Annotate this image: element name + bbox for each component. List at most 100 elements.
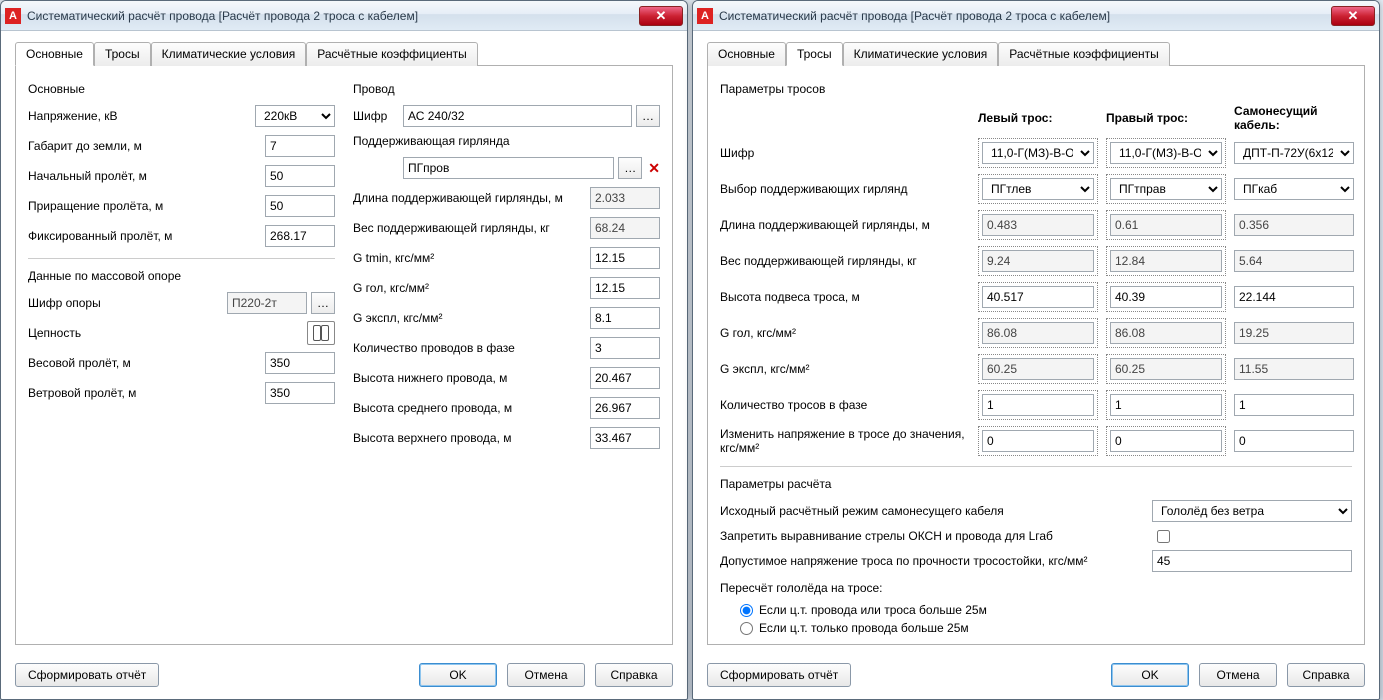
gexp-label: G экспл, кгс/мм²: [353, 311, 590, 325]
report-button[interactable]: Сформировать отчёт: [707, 663, 851, 687]
gtmin-input[interactable]: [590, 247, 660, 269]
gexp-input[interactable]: [590, 307, 660, 329]
row-code-label: Шифр: [720, 146, 970, 160]
tens-self[interactable]: [1234, 430, 1354, 452]
forbid-label: Запретить выравнивание стрелы ОКСН и про…: [720, 529, 1151, 543]
gabarit-input[interactable]: [265, 135, 335, 157]
row-gwt-label: Вес поддерживающей гирлянды, кг: [720, 254, 970, 268]
garland-len-label: Длина поддерживающей гирлянды, м: [353, 191, 590, 205]
gwt-left: [982, 250, 1094, 272]
window-title: Систематический расчёт провода [Расчёт п…: [719, 9, 1331, 23]
tower-code-browse-button[interactable]: …: [311, 292, 335, 314]
h-mid-label: Высота среднего провода, м: [353, 401, 590, 415]
tab-coeffs[interactable]: Расчётные коэффициенты: [306, 42, 477, 66]
voltage-select[interactable]: 220кВ: [255, 105, 335, 127]
row-h-label: Высота подвеса троса, м: [720, 290, 970, 304]
section-main: Основные: [28, 82, 335, 96]
chain-icon[interactable]: [307, 321, 335, 345]
recount-radio-2[interactable]: [740, 622, 753, 635]
span-start-input[interactable]: [265, 165, 335, 187]
garland-right-select[interactable]: ПГтправ: [1110, 178, 1222, 200]
weight-span-input[interactable]: [265, 352, 335, 374]
nwires-label: Количество проводов в фазе: [353, 341, 590, 355]
ggol-input[interactable]: [590, 277, 660, 299]
app-icon: A: [5, 8, 21, 24]
recount-radio-1[interactable]: [740, 604, 753, 617]
h-mid-input[interactable]: [590, 397, 660, 419]
wire-code-label: Шифр: [353, 109, 403, 123]
glen-right: [1110, 214, 1222, 236]
nph-self[interactable]: [1234, 394, 1354, 416]
section-mass: Данные по массовой опоре: [28, 269, 335, 283]
tab-cables[interactable]: Тросы: [786, 42, 843, 66]
glen-self: [1234, 214, 1354, 236]
code-right-select[interactable]: 11,0-Г(МЗ)-В-ОЖ: [1110, 142, 1222, 164]
tens-right[interactable]: [1110, 430, 1222, 452]
h-low-input[interactable]: [590, 367, 660, 389]
gtmin-label: G tmin, кгс/мм²: [353, 251, 590, 265]
close-button[interactable]: ✕: [1331, 6, 1375, 26]
code-left-select[interactable]: 11,0-Г(МЗ)-В-ОЖ: [982, 142, 1094, 164]
help-button[interactable]: Справка: [595, 663, 673, 687]
nwires-input[interactable]: [590, 337, 660, 359]
forbid-checkbox[interactable]: [1157, 530, 1170, 543]
ok-button[interactable]: OK: [419, 663, 497, 687]
cancel-button[interactable]: Отмена: [507, 663, 585, 687]
col-self-header: Самонесущий кабель:: [1234, 104, 1354, 132]
tab-main[interactable]: Основные: [707, 42, 786, 66]
tens-left[interactable]: [982, 430, 1094, 452]
weight-span-label: Весовой пролёт, м: [28, 356, 265, 370]
row-ggol-label: G гол, кгс/мм²: [720, 326, 970, 340]
garland-self-select[interactable]: ПГкаб: [1234, 178, 1354, 200]
section-wire: Провод: [353, 82, 660, 96]
titlebar: A Систематический расчёт провода [Расчёт…: [1, 1, 687, 31]
garland-delete-icon[interactable]: ✕: [648, 160, 660, 177]
row-tens-label: Изменить напряжение в тросе до значения,…: [720, 427, 970, 455]
h-right[interactable]: [1110, 286, 1222, 308]
wire-code-browse-button[interactable]: …: [636, 105, 660, 127]
report-button[interactable]: Сформировать отчёт: [15, 663, 159, 687]
span-inc-input[interactable]: [265, 195, 335, 217]
garland-wt-input: [590, 217, 660, 239]
recount-radio-1-label: Если ц.т. провода или троса больше 25м: [759, 603, 987, 617]
ggol-label: G гол, кгс/мм²: [353, 281, 590, 295]
garland-label: Поддерживающая гирлянда: [353, 134, 660, 148]
tab-cables[interactable]: Тросы: [94, 42, 151, 66]
close-button[interactable]: ✕: [639, 6, 683, 26]
nph-right[interactable]: [1110, 394, 1222, 416]
cancel-button[interactable]: Отмена: [1199, 663, 1277, 687]
garland-input: [403, 157, 614, 179]
h-left[interactable]: [982, 286, 1094, 308]
recount-label: Пересчёт гололёда на тросе:: [720, 581, 1352, 595]
col-right-header: Правый трос:: [1106, 111, 1226, 125]
help-button[interactable]: Справка: [1287, 663, 1365, 687]
window-cables-tab: A Систематический расчёт провода [Расчёт…: [692, 0, 1380, 700]
tab-coeffs[interactable]: Расчётные коэффициенты: [998, 42, 1169, 66]
tabs: Основные Тросы Климатические условия Рас…: [707, 41, 1365, 66]
h-low-label: Высота нижнего провода, м: [353, 371, 590, 385]
allow-tens-input[interactable]: [1152, 550, 1352, 572]
row-garland-label: Выбор поддерживающих гирлянд: [720, 182, 970, 196]
tab-climate[interactable]: Климатические условия: [151, 42, 307, 66]
nph-left[interactable]: [982, 394, 1094, 416]
tab-main[interactable]: Основные: [15, 42, 94, 66]
row-gexp-label: G экспл, кгс/мм²: [720, 362, 970, 376]
ggol-left: [982, 322, 1094, 344]
ok-button[interactable]: OK: [1111, 663, 1189, 687]
h-top-input[interactable]: [590, 427, 660, 449]
section-calc-params: Параметры расчёта: [720, 477, 1352, 491]
span-fix-input[interactable]: [265, 225, 335, 247]
app-icon: A: [697, 8, 713, 24]
garland-wt-label: Вес поддерживающей гирлянды, кг: [353, 221, 590, 235]
wind-span-input[interactable]: [265, 382, 335, 404]
h-self[interactable]: [1234, 286, 1354, 308]
code-self-select[interactable]: ДПТ-П-72У(6х12): [1234, 142, 1354, 164]
window-main-tab: A Систематический расчёт провода [Расчёт…: [0, 0, 688, 700]
tab-climate[interactable]: Климатические условия: [843, 42, 999, 66]
garland-left-select[interactable]: ПГтлев: [982, 178, 1094, 200]
row-nph-label: Количество тросов в фазе: [720, 398, 970, 412]
allow-tens-label: Допустимое напряжение троса по прочности…: [720, 554, 1152, 568]
gexp-right: [1110, 358, 1222, 380]
garland-browse-button[interactable]: …: [618, 157, 642, 179]
mode-select[interactable]: Гололёд без ветра: [1152, 500, 1352, 522]
